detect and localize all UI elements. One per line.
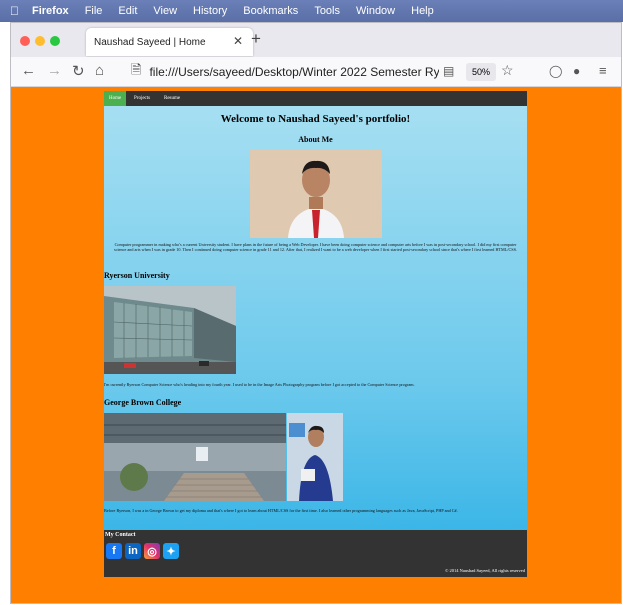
menu-bookmarks[interactable]: Bookmarks [243,5,298,17]
menu-bar:  Firefox File Edit View History Bookmar… [0,0,623,22]
copyright-text: © 2014 Naushad Sayeed, All rights reserv… [444,568,525,573]
ryerson-building-photo [104,286,236,374]
apple-icon[interactable]:  [10,4,32,18]
graduation-photo [287,413,343,501]
site-nav-projects[interactable]: Projects [129,91,155,106]
page-heading: Welcome to Naushad Sayeed's portfolio! [220,113,411,125]
reader-view-icon[interactable]: ▤ [443,64,454,78]
menu-window[interactable]: Window [356,5,395,17]
home-icon[interactable]: ⌂ [95,62,104,79]
forward-arrow-icon[interactable]: → [47,62,62,79]
close-window-button[interactable] [20,36,30,46]
ryerson-text: I'm currently Ryerson Computer Science w… [104,382,415,387]
menu-edit[interactable]: Edit [118,5,137,17]
ryerson-heading: Ryerson University [104,271,170,280]
gbc-heading: George Brown College [104,398,182,407]
minimize-window-button[interactable] [35,36,45,46]
maximize-window-button[interactable] [50,36,60,46]
bookmark-star-icon[interactable]: ☆ [501,62,514,79]
site-nav-resume[interactable]: Resume [159,91,185,106]
facebook-icon[interactable]: f [106,543,122,559]
navigation-toolbar: ← → ↻ ⌂ 🗎 file:///Users/sayeed/Desktop/W… [11,57,621,87]
about-text: Computer programmer in making who's a cu… [114,242,517,253]
george-brown-campus-photo [104,413,286,501]
browser-window: Naushad Sayeed | Home ✕ + ← → ↻ ⌂ 🗎 file… [10,22,622,604]
reload-icon[interactable]: ↻ [72,62,85,80]
linkedin-icon[interactable]: in [125,543,141,559]
menu-hamburger-icon[interactable]: ≡ [599,63,607,78]
new-tab-button[interactable]: + [251,29,261,49]
tab-title: Naushad Sayeed | Home [94,36,206,48]
instagram-icon[interactable]: ◎ [144,543,160,559]
menu-view[interactable]: View [153,5,177,17]
page-info-icon[interactable]: 🗎 [131,61,141,83]
menu-file[interactable]: File [85,5,103,17]
site-nav: Home Projects Resume [104,91,527,106]
contact-heading: My Contact [105,532,136,538]
menu-app-name[interactable]: Firefox [32,5,69,17]
url-text[interactable]: file:///Users/sayeed/Desktop/Winter 2022… [149,65,439,79]
extensions-icon[interactable]: ● [573,64,580,78]
page-viewport: Home Projects Resume Welcome to Naushad … [11,87,621,603]
tab-bar: Naushad Sayeed | Home ✕ + [11,23,621,57]
pocket-icon[interactable]: ◯ [549,64,562,78]
twitter-icon[interactable]: ✦ [163,543,179,559]
portfolio-page: Home Projects Resume Welcome to Naushad … [104,91,527,577]
tab-active[interactable]: Naushad Sayeed | Home ✕ [86,28,253,56]
menu-help[interactable]: Help [411,5,434,17]
site-nav-home[interactable]: Home [104,91,127,106]
profile-photo [250,150,382,238]
close-tab-icon[interactable]: ✕ [233,34,243,48]
site-footer: My Contact f in ◎ ✦ © 2014 Naushad Sayee… [104,530,527,577]
menu-tools[interactable]: Tools [314,5,340,17]
menu-history[interactable]: History [193,5,227,17]
gbc-text: Before Ryerson, I was a in George Brown … [104,508,458,513]
about-heading: About Me [298,135,333,144]
back-arrow-icon[interactable]: ← [21,62,36,79]
zoom-level-button[interactable]: 50% [466,63,496,81]
url-bar[interactable]: 🗎 file:///Users/sayeed/Desktop/Winter 20… [131,60,469,84]
